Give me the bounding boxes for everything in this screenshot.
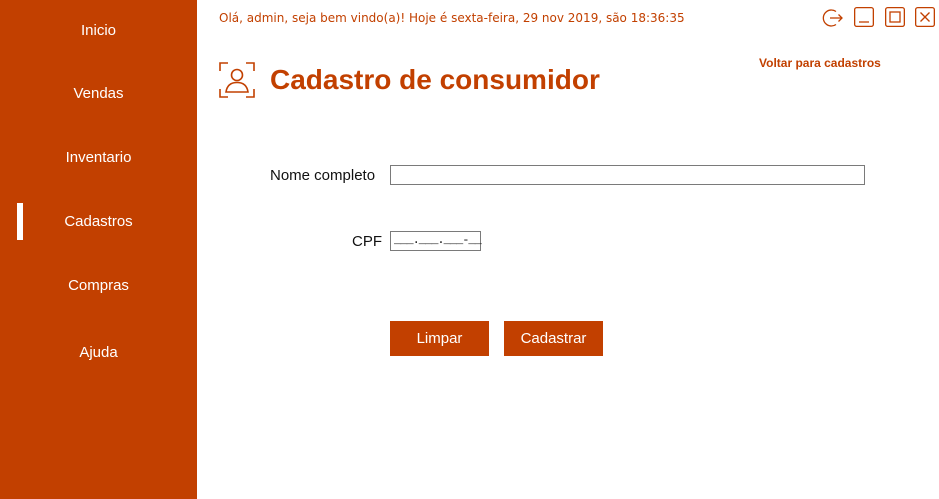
name-label: Nome completo [270,167,376,184]
sidebar: Inicio Vendas Inventario Cadastros Compr… [0,0,197,499]
user-portrait-icon [219,62,255,98]
sidebar-item-inventario[interactable]: Inventario [0,138,197,178]
sidebar-item-vendas[interactable]: Vendas [0,74,197,114]
back-to-cadastros-link[interactable]: Voltar para cadastros [759,56,881,70]
cpf-label: CPF [352,233,382,250]
sidebar-item-inicio[interactable]: Inicio [0,11,197,51]
maximize-icon[interactable] [885,7,905,27]
sidebar-item-cadastros[interactable]: Cadastros [0,202,197,242]
logout-icon[interactable] [822,7,843,27]
cpf-input[interactable]: ___.___.___-__ [390,231,482,251]
greeting-text: Olá, admin, seja bem vindo(a)! Hoje é se… [219,11,685,25]
close-icon[interactable] [915,7,935,27]
page-title: Cadastro de consumidor [270,64,600,95]
name-input[interactable] [390,165,865,185]
minimize-icon[interactable] [854,7,874,27]
clear-button[interactable]: Limpar [390,321,489,356]
sidebar-item-compras[interactable]: Compras [0,266,197,306]
submit-button[interactable]: Cadastrar [504,321,603,356]
sidebar-item-ajuda[interactable]: Ajuda [0,333,197,373]
app-window: Inicio Vendas Inventario Cadastros Compr… [0,0,939,499]
